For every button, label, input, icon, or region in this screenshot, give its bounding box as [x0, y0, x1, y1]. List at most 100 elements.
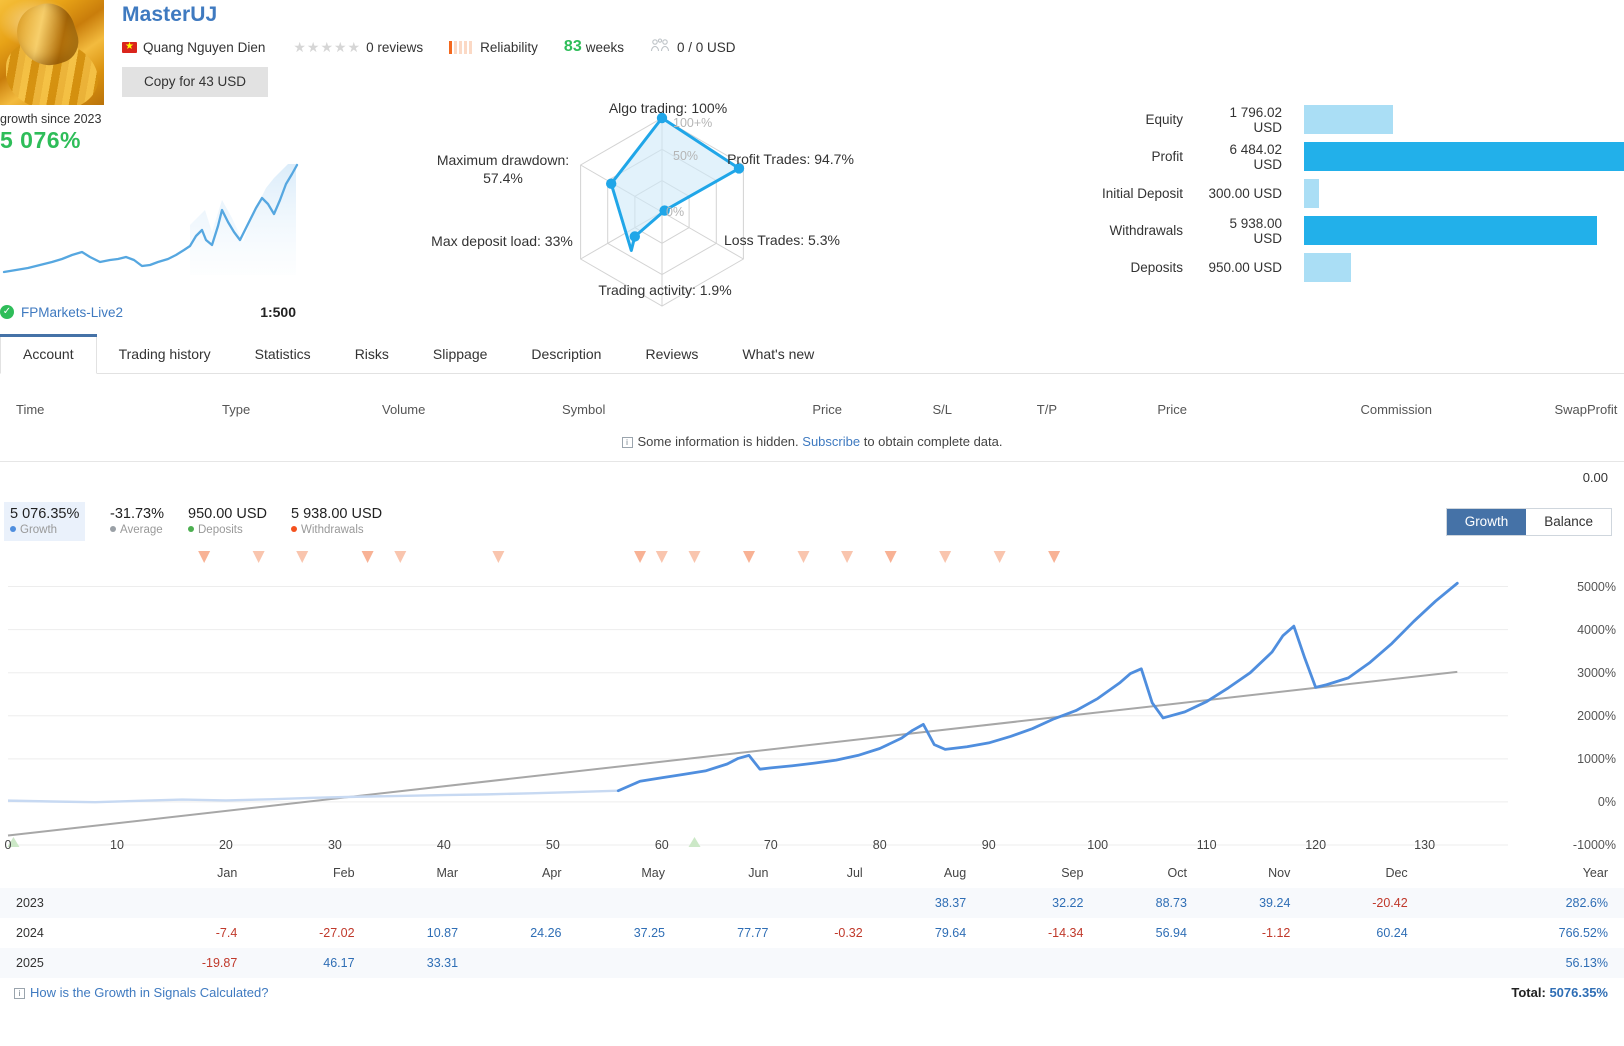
table-row: 2023 38.37 32.22 88.73 39.24 -20.42 282.6% [0, 888, 1624, 918]
withdrawal-marker[interactable] [688, 551, 701, 563]
column-profit[interactable]: Profit [1587, 402, 1617, 417]
withdrawal-marker[interactable] [993, 551, 1006, 563]
tab-whats-new[interactable]: What's new [720, 334, 836, 373]
monthly-year-cell: 2023 [16, 896, 44, 910]
monthly-header-row: Jan Feb Mar Apr May Jun Jul Aug Sep Oct … [0, 858, 1624, 888]
tab-reviews[interactable]: Reviews [623, 334, 720, 373]
reliability-icon [449, 40, 474, 54]
monthly-value-cell: 46.17 [323, 956, 355, 970]
growth-chart[interactable] [0, 545, 1624, 855]
chart-x-tick: 10 [110, 838, 124, 852]
stat-value: 950.00 USD [1208, 260, 1282, 275]
tab-slippage[interactable]: Slippage [411, 334, 510, 373]
stat-bar [1304, 142, 1624, 171]
withdrawal-marker[interactable] [797, 551, 810, 563]
monthly-value-cell [768, 948, 862, 978]
radar-label-algo-trading: Algo trading: 100% [608, 100, 728, 116]
withdrawal-marker[interactable] [1048, 551, 1061, 563]
monthly-value-cell: 32.22 [1052, 896, 1084, 910]
stat-label: Equity [1145, 112, 1183, 127]
monthly-value-cell [458, 948, 561, 978]
column-volume[interactable]: Volume [382, 402, 562, 417]
chart-y-tick: 1000% [1577, 751, 1616, 766]
withdrawal-marker[interactable] [252, 551, 265, 563]
column-symbol[interactable]: Symbol [562, 402, 712, 417]
weeks-label: weeks [585, 39, 624, 55]
withdrawal-marker[interactable] [841, 551, 854, 563]
legend-item-deposits[interactable]: 950.00 USD Deposits [182, 502, 273, 541]
monthly-value-cell: -19.87 [201, 956, 238, 970]
monthly-year-cell: 2025 [16, 956, 44, 970]
chart-x-tick: 90 [981, 838, 996, 852]
column-sl[interactable]: S/L [842, 402, 952, 417]
monthly-value-cell: -1.12 [1261, 926, 1291, 940]
signal-header: MasterUJ ★ Quang Nguyen Dien ★★★★★ 0 rev… [0, 0, 1624, 108]
column-price-open[interactable]: Price [712, 402, 842, 417]
column-tp[interactable]: T/P [952, 402, 1057, 417]
monthly-year-total-cell: 766.52% [1558, 926, 1608, 940]
toggle-balance[interactable]: Balance [1526, 509, 1611, 535]
stat-bar [1304, 216, 1598, 245]
column-type[interactable]: Type [222, 402, 382, 417]
deposit-marker[interactable] [688, 837, 701, 847]
monthly-value-cell: -14.34 [1048, 926, 1084, 940]
chart-x-tick: 60 [654, 838, 669, 852]
withdrawal-marker[interactable] [655, 551, 668, 563]
monthly-value-cell: -20.42 [1372, 896, 1408, 910]
withdrawal-marker[interactable] [634, 551, 647, 563]
withdrawal-marker[interactable] [492, 551, 505, 563]
toggle-growth[interactable]: Growth [1446, 509, 1527, 535]
chart-x-tick: 80 [872, 838, 887, 852]
withdrawal-marker[interactable] [743, 551, 755, 563]
stat-value: 300.00 USD [1208, 186, 1282, 201]
subscribe-link[interactable]: Subscribe [802, 434, 860, 449]
stat-bar [1304, 179, 1319, 208]
monthly-value-cell: 79.64 [934, 926, 967, 940]
table-header-row: Time Type Volume Symbol Price S/L T/P Pr… [0, 392, 1624, 426]
withdrawal-marker[interactable] [361, 551, 374, 563]
legend-average-value: -31.73% [110, 506, 165, 522]
withdrawal-marker[interactable] [939, 551, 952, 563]
legend-item-growth[interactable]: 5 076.35% Growth [4, 502, 86, 541]
hidden-info-note: i Some information is hidden. Subscribe t… [0, 426, 1624, 461]
withdrawal-marker[interactable] [394, 551, 407, 563]
tab-statistics[interactable]: Statistics [233, 334, 333, 373]
chart-x-tick: 30 [327, 838, 342, 852]
page-title[interactable]: MasterUJ [122, 2, 736, 28]
growth-sparkline [0, 160, 302, 280]
chart-y-tick: 4000% [1577, 622, 1616, 637]
legend-item-withdrawals[interactable]: 5 938.00 USD Withdrawals [285, 502, 388, 541]
stat-row: Deposits 950.00 USD [1064, 253, 1624, 282]
legend-item-average[interactable]: -31.73% Average [104, 502, 170, 541]
month-col-mar: Mar [436, 866, 459, 880]
column-price-close[interactable]: Price [1057, 402, 1187, 417]
withdrawal-marker[interactable] [296, 551, 309, 563]
author-name[interactable]: Quang Nguyen Dien [143, 40, 265, 55]
growth-calculation-link[interactable]: How is the Growth in Signals Calculated? [30, 985, 268, 1000]
chart-y-tick: -1000% [1572, 838, 1616, 852]
chart-y-tick: 3000% [1577, 665, 1616, 680]
column-commission[interactable]: Commission [1187, 402, 1432, 417]
column-swap[interactable]: Swap [1432, 402, 1587, 417]
stat-value: 1 796.02 USD [1229, 104, 1282, 135]
month-col-jul: Jul [846, 866, 863, 880]
column-time[interactable]: Time [16, 402, 222, 417]
chart-y-tick: 5000% [1577, 579, 1616, 594]
month-col-jan: Jan [217, 866, 238, 880]
radar-label-trading-activity: Trading activity: 1.9% [598, 282, 732, 298]
stat-label: Deposits [1130, 260, 1183, 275]
radar-label-max-deposit-load: Max deposit load: 33% [431, 233, 573, 249]
stat-label: Withdrawals [1109, 223, 1183, 238]
copy-button[interactable]: Copy for 43 USD [122, 67, 269, 97]
broker-name[interactable]: FPMarkets-Live2 [21, 305, 260, 320]
withdrawal-marker[interactable] [884, 551, 897, 563]
monthly-value-cell: 39.24 [1259, 896, 1291, 910]
tab-description[interactable]: Description [509, 334, 623, 373]
verified-check-icon: ✓ [0, 305, 14, 319]
monthly-value-cell: 24.26 [530, 926, 562, 940]
withdrawal-marker[interactable] [198, 551, 211, 563]
chart-x-tick: 130 [1414, 838, 1436, 852]
tab-risks[interactable]: Risks [333, 334, 411, 373]
tab-trading-history[interactable]: Trading history [97, 334, 233, 373]
tab-account[interactable]: Account [0, 334, 97, 374]
